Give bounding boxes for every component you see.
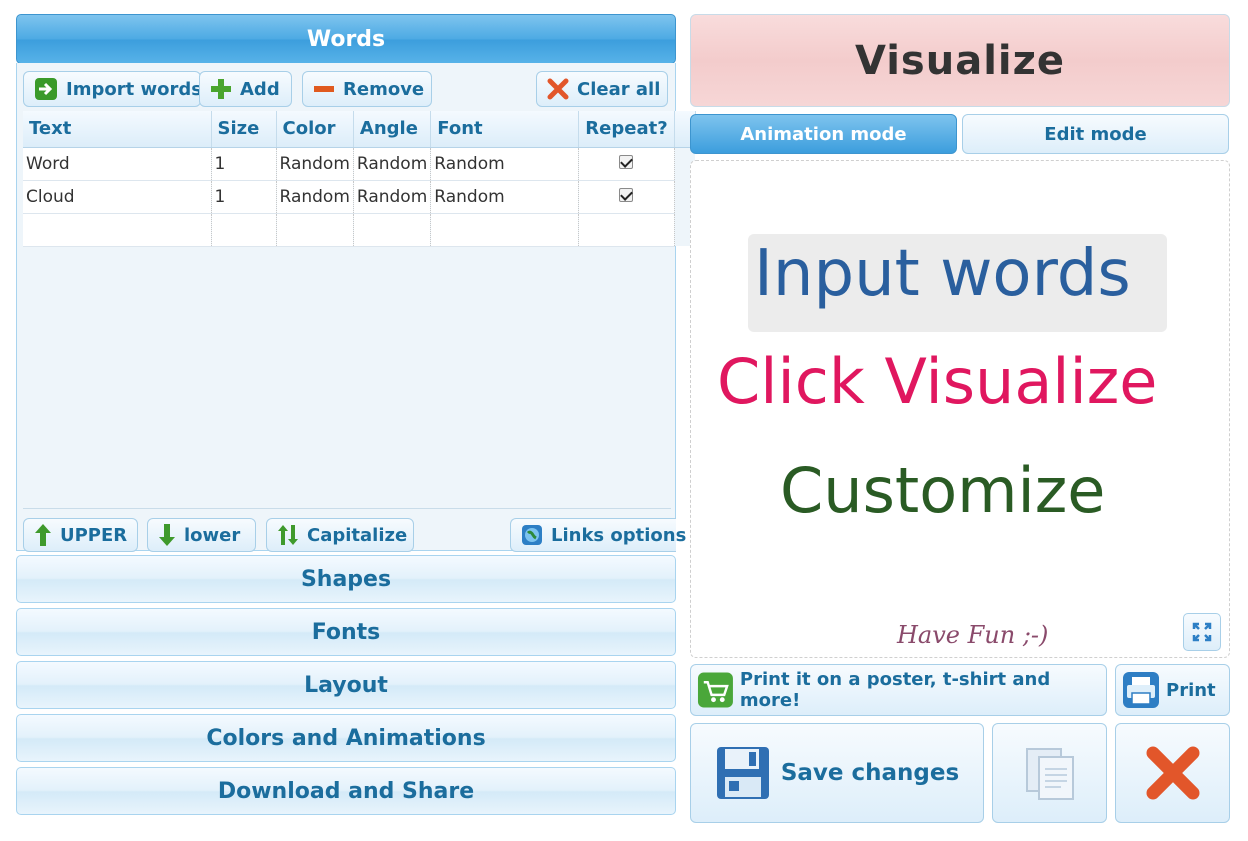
visualize-button[interactable]: Visualize [690,14,1230,107]
print-poster-label: Print it on a poster, t-shirt and more! [739,669,1051,711]
print-button[interactable]: Print [1115,664,1230,716]
printer-icon [1123,672,1159,708]
minus-icon [314,86,334,92]
layout-accordion[interactable]: Layout [16,661,676,709]
column-header-repeat[interactable]: Repeat? [578,111,675,148]
column-header-angle[interactable]: Angle [353,111,432,148]
cell-size[interactable]: 1 [211,180,277,214]
print-label: Print [1166,679,1216,701]
fullscreen-icon [1192,622,1212,642]
links-options-button[interactable]: Links options [510,518,686,552]
table-row[interactable]: Word 1 Random Random Random [23,147,696,181]
cell-color[interactable]: Random [276,180,354,214]
cell-angle[interactable]: Random [353,147,432,181]
arrow-down-icon [159,524,175,546]
add-label: Add [240,78,280,100]
cell-repeat[interactable] [578,180,675,214]
cell-empty[interactable] [430,213,580,247]
repeat-checkbox[interactable] [619,154,634,169]
save-changes-button[interactable]: Save changes [690,723,984,823]
cell-size[interactable]: 1 [211,147,277,181]
column-header-size[interactable]: Size [211,111,277,148]
print-poster-button[interactable]: Print it on a poster, t-shirt and more! [690,664,1107,716]
download-share-label: Download and Share [217,778,475,804]
cell-empty[interactable] [578,213,675,247]
clear-x-icon [547,78,569,100]
column-header-text[interactable]: Text [23,111,212,148]
fonts-accordion[interactable]: Fonts [16,608,676,656]
capitalize-label: Capitalize [307,524,408,546]
remove-label: Remove [343,78,425,100]
cell-empty[interactable] [276,213,354,247]
globe-icon [522,525,542,545]
cell-empty[interactable] [353,213,432,247]
arrow-up-icon [35,524,51,546]
cell-text[interactable]: Cloud [23,180,212,214]
fullscreen-button[interactable] [1183,613,1221,651]
add-button[interactable]: Add [199,71,292,107]
lower-button[interactable]: lower [147,518,256,552]
word-cloud-canvas[interactable]: Input words Click Visualize Customize Ha… [690,160,1230,658]
colors-animations-label: Colors and Animations [206,725,486,751]
upper-button[interactable]: UPPER [23,518,138,552]
table-row[interactable]: Cloud 1 Random Random Random [23,180,696,214]
cell-text[interactable]: Word [23,147,212,181]
floppy-icon [716,747,769,799]
lower-label: lower [184,524,241,546]
cell-angle[interactable]: Random [353,180,432,214]
visualize-label: Visualize [854,37,1066,84]
canvas-line-customize: Customize [780,454,1106,527]
words-accordion-header[interactable]: Words [16,14,676,64]
fonts-label: Fonts [311,619,381,645]
links-options-label: Links options [551,524,687,546]
canvas-line-click-visualize: Click Visualize [717,345,1158,418]
close-x-icon [1146,746,1199,800]
capitalize-button[interactable]: Capitalize [266,518,414,552]
close-button[interactable] [1115,723,1230,823]
cell-empty[interactable] [23,213,212,247]
words-table: Text Size Color Angle Font Repeat? Word … [23,111,696,247]
plus-icon [211,79,231,99]
upper-label: UPPER [60,524,128,546]
copy-button[interactable] [992,723,1107,823]
copy-icon [1025,748,1074,800]
repeat-checkbox[interactable] [619,187,634,202]
remove-button[interactable]: Remove [302,71,432,107]
clear-all-button[interactable]: Clear all [536,71,668,107]
table-header-row: Text Size Color Angle Font Repeat? [23,111,696,148]
column-header-color[interactable]: Color [276,111,354,148]
download-share-accordion[interactable]: Download and Share [16,767,676,815]
table-row-empty[interactable] [23,213,696,247]
swap-arrows-icon [278,525,298,545]
cell-repeat[interactable] [578,147,675,181]
layout-label: Layout [304,672,388,698]
shapes-accordion[interactable]: Shapes [16,555,676,603]
animation-mode-label: Animation mode [740,123,907,145]
animation-mode-tab[interactable]: Animation mode [690,114,957,154]
import-icon [35,78,57,100]
column-header-font[interactable]: Font [430,111,580,148]
import-words-button[interactable]: Import words [23,71,202,107]
canvas-footer-text: Have Fun ;-) [897,621,1049,649]
cell-color[interactable]: Random [276,147,354,181]
edit-mode-tab[interactable]: Edit mode [962,114,1229,154]
colors-animations-accordion[interactable]: Colors and Animations [16,714,676,762]
canvas-line-input-words: Input words [754,237,1131,311]
edit-mode-label: Edit mode [1044,123,1147,145]
cell-font[interactable]: Random [430,147,580,181]
table-footer-divider [23,508,671,509]
shapes-label: Shapes [300,566,392,592]
cell-font[interactable]: Random [430,180,580,214]
import-words-label: Import words [66,78,202,100]
cell-empty[interactable] [211,213,277,247]
cart-icon [697,672,733,708]
save-changes-label: Save changes [780,760,960,786]
words-title: Words [306,26,386,52]
clear-all-label: Clear all [577,78,661,100]
